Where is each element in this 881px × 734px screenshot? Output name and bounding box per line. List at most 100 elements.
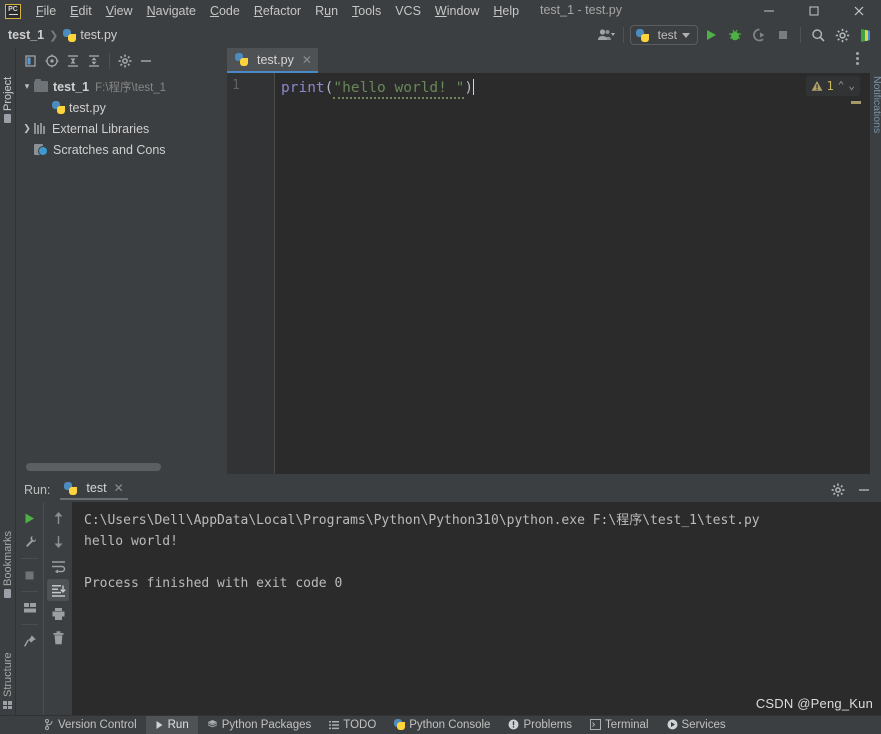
tree-item-scratches[interactable]: Scratches and Cons (16, 139, 227, 160)
project-tree[interactable]: ▾ test_1 F:\程序\test_1 test.py ❯ External… (16, 73, 227, 474)
hide-panel-icon[interactable] (136, 51, 156, 71)
error-stripe-marker[interactable] (851, 101, 861, 104)
toolbar-divider (622, 27, 624, 43)
menu-help[interactable]: Help (486, 2, 526, 20)
statusbar-item-todo[interactable]: TODO (320, 716, 385, 734)
chevron-up-icon[interactable]: ⌃ (838, 76, 845, 96)
down-arrow-icon[interactable] (47, 531, 69, 553)
tree-item-path: F:\程序\test_1 (95, 81, 167, 94)
configure-icon[interactable] (19, 531, 41, 553)
hide-panel-icon[interactable] (853, 479, 875, 501)
console-line: Process finished with exit code 0 (84, 576, 343, 591)
divider (21, 591, 38, 592)
statusbar-item-python-packages[interactable]: Python Packages (198, 716, 321, 734)
statusbar-item-label: Python Console (409, 718, 491, 731)
status-bar: Version Control Run Python Packages TODO (0, 715, 881, 734)
menu-window[interactable]: Window (428, 2, 486, 20)
menu-tools[interactable]: Tools (345, 2, 388, 20)
tree-item-label: Scratches and Cons (53, 142, 166, 157)
pin-tab-icon[interactable] (19, 630, 41, 652)
stop-icon[interactable] (19, 564, 41, 586)
run-panel-title: Run: (24, 482, 51, 497)
minimize-button[interactable] (746, 0, 791, 22)
tree-item-label: test_1 (53, 79, 90, 94)
close-button[interactable] (836, 0, 881, 22)
toolbar-divider-2 (800, 27, 801, 43)
menu-refactor[interactable]: Refactor (247, 2, 308, 20)
project-toolbar-divider (109, 52, 110, 69)
maximize-button[interactable] (791, 0, 836, 22)
ide-avatar-icon[interactable] (855, 24, 877, 46)
debug-button[interactable] (724, 24, 746, 46)
tree-item-test-py[interactable]: test.py (16, 97, 227, 118)
statusbar-item-services[interactable]: Services (658, 716, 735, 734)
breadcrumb-separator-icon: ❯ (49, 29, 59, 42)
rerun-icon[interactable] (19, 507, 41, 529)
sidebar-item-project-label: Project (2, 76, 14, 111)
run-button[interactable] (700, 24, 722, 46)
print-icon[interactable] (47, 603, 69, 625)
tree-item-project-root[interactable]: ▾ test_1 F:\程序\test_1 (16, 76, 227, 97)
soft-wrap-icon[interactable] (47, 555, 69, 577)
statusbar-item-problems[interactable]: Problems (499, 716, 581, 734)
stop-button[interactable] (772, 24, 794, 46)
user-profile-icon[interactable] (595, 24, 617, 46)
tree-item-label: test.py (69, 100, 106, 115)
expand-all-icon[interactable] (63, 51, 83, 71)
more-options-icon[interactable] (849, 52, 865, 65)
settings-gear-icon[interactable] (115, 51, 135, 71)
settings-gear-icon[interactable] (827, 479, 849, 501)
project-panel-horizontal-scrollbar[interactable] (26, 463, 161, 471)
menu-file[interactable]: File (29, 2, 63, 20)
menu-run[interactable]: Run (308, 2, 345, 20)
run-tab-label: test (86, 481, 107, 495)
clear-all-icon[interactable] (47, 627, 69, 649)
tree-item-label: External Libraries (52, 121, 150, 136)
bookmark-icon (4, 589, 12, 598)
warning-triangle-icon (811, 80, 823, 92)
up-arrow-icon[interactable] (47, 507, 69, 529)
statusbar-item-label: Services (681, 718, 726, 731)
sidebar-item-notifications[interactable]: Notifications (869, 76, 881, 166)
statusbar-item-terminal[interactable]: Terminal (581, 716, 657, 734)
sidebar-item-project[interactable]: Project (0, 52, 16, 123)
menu-vcs[interactable]: VCS (388, 2, 428, 20)
chevron-down-icon[interactable]: ▾ (20, 81, 34, 92)
scroll-to-end-icon[interactable] (47, 579, 69, 601)
chevron-down-icon[interactable]: ⌄ (848, 76, 855, 96)
sidebar-item-bookmarks[interactable]: Bookmarks (0, 511, 16, 598)
statusbar-item-python-console[interactable]: Python Console (385, 716, 499, 734)
inspection-widget[interactable]: 1 ⌃ ⌄ (805, 76, 860, 96)
list-icon (329, 720, 340, 730)
search-icon[interactable] (807, 24, 829, 46)
menu-navigate[interactable]: Navigate (140, 2, 203, 20)
tab-test-py[interactable]: test.py ✕ (227, 48, 318, 73)
menu-edit[interactable]: Edit (63, 2, 99, 20)
settings-gear-icon[interactable] (831, 24, 853, 46)
right-tool-window-strip: Notifications (870, 48, 881, 474)
breadcrumb-project[interactable]: test_1 (8, 28, 44, 42)
sidebar-item-structure[interactable]: Structure (0, 637, 16, 709)
close-icon[interactable]: ✕ (302, 53, 312, 67)
run-configuration-selector[interactable]: test (629, 25, 698, 45)
scroll-from-source-icon[interactable] (42, 51, 62, 71)
layout-icon[interactable] (19, 597, 41, 619)
tree-item-external-libraries[interactable]: ❯ External Libraries (16, 118, 227, 139)
console-line: hello world! (84, 534, 178, 549)
code-editor[interactable]: print("hello world! ") 1 ⌃ ⌄ (275, 73, 870, 474)
python-logo-icon (394, 719, 406, 730)
run-tab-test[interactable]: test ✕ (60, 479, 128, 500)
collapse-all-icon[interactable] (84, 51, 104, 71)
select-opened-file-icon[interactable] (21, 51, 41, 71)
close-icon[interactable]: ✕ (114, 481, 124, 495)
breadcrumb-file[interactable]: test.py (80, 28, 117, 42)
editor-body: 1 print("hello world! ") 1 ⌃ ⌄ (227, 73, 870, 474)
run-actions-right (43, 502, 72, 715)
run-with-coverage-button[interactable] (748, 24, 770, 46)
console-output[interactable]: C:\Users\Dell\AppData\Local\Programs\Pyt… (72, 502, 881, 715)
chevron-right-icon[interactable]: ❯ (20, 123, 34, 134)
statusbar-item-version-control[interactable]: Version Control (36, 716, 146, 734)
menu-view[interactable]: View (99, 2, 140, 20)
menu-code[interactable]: Code (203, 2, 247, 20)
statusbar-item-run[interactable]: Run (145, 715, 198, 734)
